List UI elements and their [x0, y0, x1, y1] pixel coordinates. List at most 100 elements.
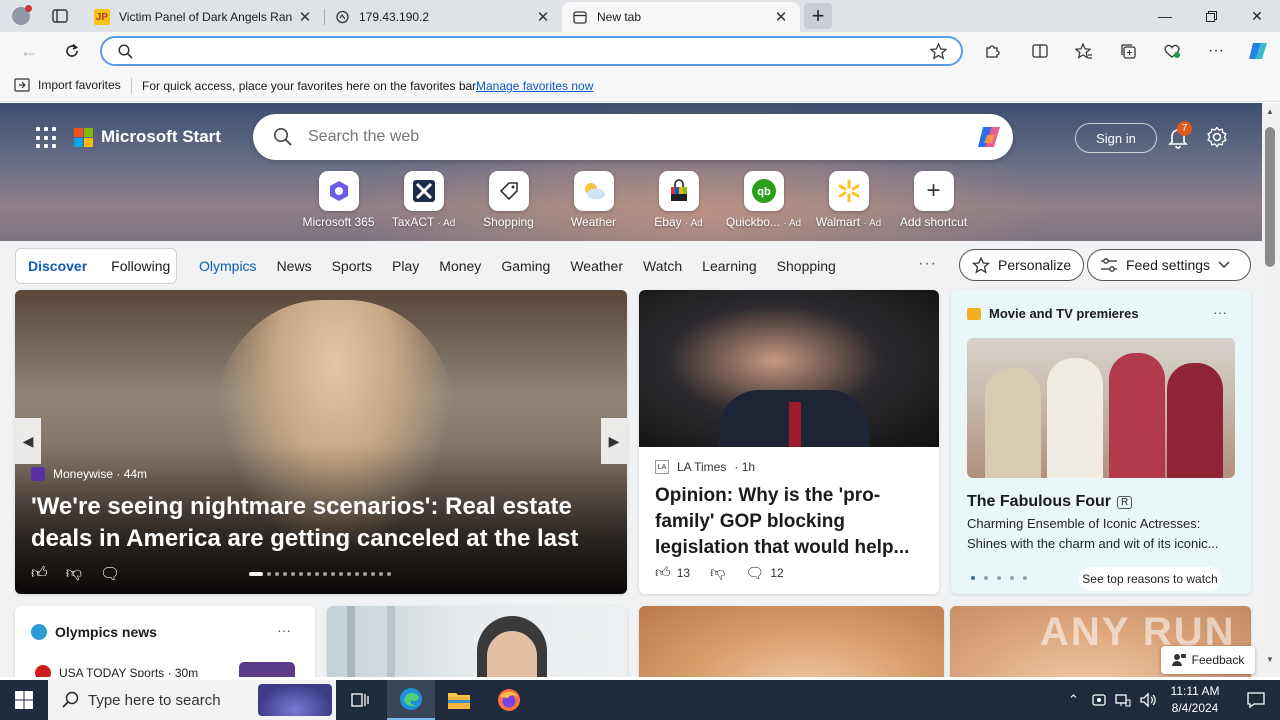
favorite-star-icon[interactable] [930, 43, 947, 60]
security-tray-icon[interactable] [1091, 692, 1107, 708]
profile-button[interactable] [8, 4, 34, 28]
thumbs-up-icon[interactable]: 👍︎ [31, 564, 48, 584]
category-watch[interactable]: Watch [643, 258, 682, 274]
copilot-button[interactable] [1244, 38, 1272, 64]
new-tab-button[interactable]: + [804, 3, 832, 29]
taskbar-firefox[interactable] [485, 680, 533, 720]
plus-icon: + [913, 171, 954, 211]
category-learning[interactable]: Learning [702, 258, 757, 274]
scrollbar-thumb[interactable] [1265, 127, 1275, 267]
web-search-input[interactable] [308, 127, 928, 147]
address-bar[interactable] [100, 36, 963, 66]
collections-button[interactable] [1114, 38, 1142, 64]
feed-settings-button[interactable]: Feed settings [1087, 249, 1251, 281]
featured-story-card[interactable]: ◀ ▶ Moneywise · 44m 'We're seeing nightm… [15, 290, 627, 594]
extensions-button[interactable] [978, 38, 1006, 64]
comment-icon[interactable]: 🗨︎ [745, 564, 764, 582]
personalize-label: Personalize [998, 257, 1072, 273]
category-money[interactable]: Money [439, 258, 481, 274]
category-play[interactable]: Play [392, 258, 419, 274]
olympics-item[interactable]: USA TODAY Sports · 30m [35, 665, 198, 677]
split-screen-button[interactable] [1026, 38, 1054, 64]
thumbs-down-icon[interactable]: 👎︎ [710, 564, 725, 582]
copilot-icon[interactable] [975, 123, 1003, 151]
carousel-next-button[interactable]: ▶ [601, 418, 627, 464]
volume-icon[interactable] [1139, 692, 1157, 708]
category-olympics[interactable]: Olympics [199, 258, 257, 274]
category-news[interactable]: News [277, 258, 312, 274]
shortcut-add[interactable]: + Add shortcut [891, 171, 976, 229]
pharmacy-story-card[interactable] [327, 606, 627, 677]
shortcut-walmart[interactable]: Walmart · Ad [806, 171, 891, 229]
movie-premieres-card[interactable]: Movie and TV premieres ··· The Fabulous … [951, 290, 1251, 594]
manage-favorites-link[interactable]: Manage favorites now [476, 79, 593, 93]
minimize-button[interactable]: — [1142, 0, 1188, 32]
shortcut-weather[interactable]: Weather [551, 171, 636, 229]
thumbs-down-icon[interactable]: 👎︎ [66, 564, 82, 584]
address-input[interactable] [142, 42, 912, 62]
personalize-button[interactable]: Personalize [959, 249, 1085, 281]
settings-more-button[interactable]: ··· [1202, 38, 1230, 64]
more-categories-button[interactable]: ··· [918, 255, 937, 273]
la-times-logo-icon: LA [655, 460, 669, 474]
task-view-button[interactable] [336, 680, 384, 720]
network-icon[interactable] [1115, 692, 1131, 708]
tab-following[interactable]: Following [99, 258, 182, 274]
tab-actions-button[interactable] [48, 6, 72, 26]
tab-new-tab[interactable]: New tab ✕ [562, 2, 800, 32]
carousel-prev-button[interactable]: ◀ [15, 418, 41, 464]
browser-essentials-button[interactable] [1158, 38, 1186, 64]
taskbar-search-box[interactable]: Type here to search [48, 680, 336, 720]
news-story-card[interactable]: LA LA Times · 1h Opinion: Why is the 'pr… [639, 290, 939, 594]
close-icon: ✕ [1251, 7, 1263, 24]
story-card-portrait-1[interactable] [639, 606, 944, 677]
back-arrow-icon: ← [20, 40, 38, 61]
favorites-button[interactable] [1070, 38, 1098, 64]
card-more-options[interactable]: ··· [277, 622, 291, 638]
close-tab-icon[interactable]: ✕ [296, 8, 314, 26]
card-more-options[interactable]: ··· [1213, 304, 1227, 320]
shortcut-ebay[interactable]: Ebay · Ad [636, 171, 721, 229]
app-launcher-icon[interactable] [36, 127, 58, 149]
taskbar-edge[interactable] [387, 680, 435, 720]
microsoft-start-logo[interactable]: Microsoft Start [74, 127, 221, 147]
scroll-up-icon[interactable]: ▲ [1266, 107, 1274, 116]
import-favorites-button[interactable]: Import favorites [14, 78, 121, 92]
close-window-button[interactable]: ✕ [1234, 0, 1280, 32]
feedback-button[interactable]: Feedback [1161, 646, 1255, 674]
back-button[interactable]: ← [14, 37, 44, 65]
category-sports[interactable]: Sports [332, 258, 372, 274]
comment-icon[interactable]: 🗨︎ [100, 564, 120, 584]
close-tab-icon[interactable]: ✕ [534, 8, 552, 26]
restore-button[interactable] [1188, 0, 1234, 32]
comment-count: 12 [770, 566, 784, 580]
category-weather[interactable]: Weather [570, 258, 623, 274]
category-gaming[interactable]: Gaming [501, 258, 550, 274]
shortcut-microsoft-365[interactable]: Microsoft 365 [296, 171, 381, 229]
taskbar-file-explorer[interactable] [435, 680, 483, 720]
shortcut-shopping[interactable]: Shopping [466, 171, 551, 229]
tab-ip-address[interactable]: 179.43.190.2 ✕ [324, 2, 562, 32]
refresh-button[interactable] [57, 37, 87, 65]
notification-center-button[interactable] [1232, 680, 1280, 720]
movie-title[interactable]: The Fabulous Four R [967, 493, 1133, 511]
olympics-news-card[interactable]: Olympics news ··· USA TODAY Sports · 30m [15, 606, 315, 677]
web-search-box[interactable] [253, 114, 1013, 160]
settings-gear-icon[interactable] [1205, 125, 1229, 149]
shortcut-quickbooks[interactable]: qb Quickbo... · Ad [721, 171, 806, 229]
shortcut-taxact[interactable]: TaxACT · Ad [381, 171, 466, 229]
thumbs-up-icon[interactable]: 👍︎ [655, 564, 671, 582]
tab-victim-panel[interactable]: JP Victim Panel of Dark Angels Ran ✕ [84, 2, 324, 32]
see-top-reasons-button[interactable]: See top reasons to watch [1079, 567, 1221, 591]
story-headline[interactable]: 'We're seeing nightmare scenarios': Real… [31, 491, 621, 555]
taskbar-clock[interactable]: 11:11 AM 8/4/2024 [1160, 683, 1230, 717]
close-tab-icon[interactable]: ✕ [772, 8, 790, 26]
tray-chevron-up-icon[interactable]: ⌃ [1068, 692, 1079, 708]
category-shopping[interactable]: Shopping [777, 258, 836, 274]
news-headline[interactable]: Opinion: Why is the 'pro-family' GOP blo… [655, 483, 927, 561]
start-button[interactable] [0, 680, 48, 720]
tab-discover[interactable]: Discover [16, 258, 99, 274]
scroll-down-icon[interactable]: ▼ [1266, 655, 1274, 664]
page-scrollbar[interactable]: ▲ ▼ [1262, 103, 1280, 677]
sign-in-button[interactable]: Sign in [1075, 123, 1157, 153]
